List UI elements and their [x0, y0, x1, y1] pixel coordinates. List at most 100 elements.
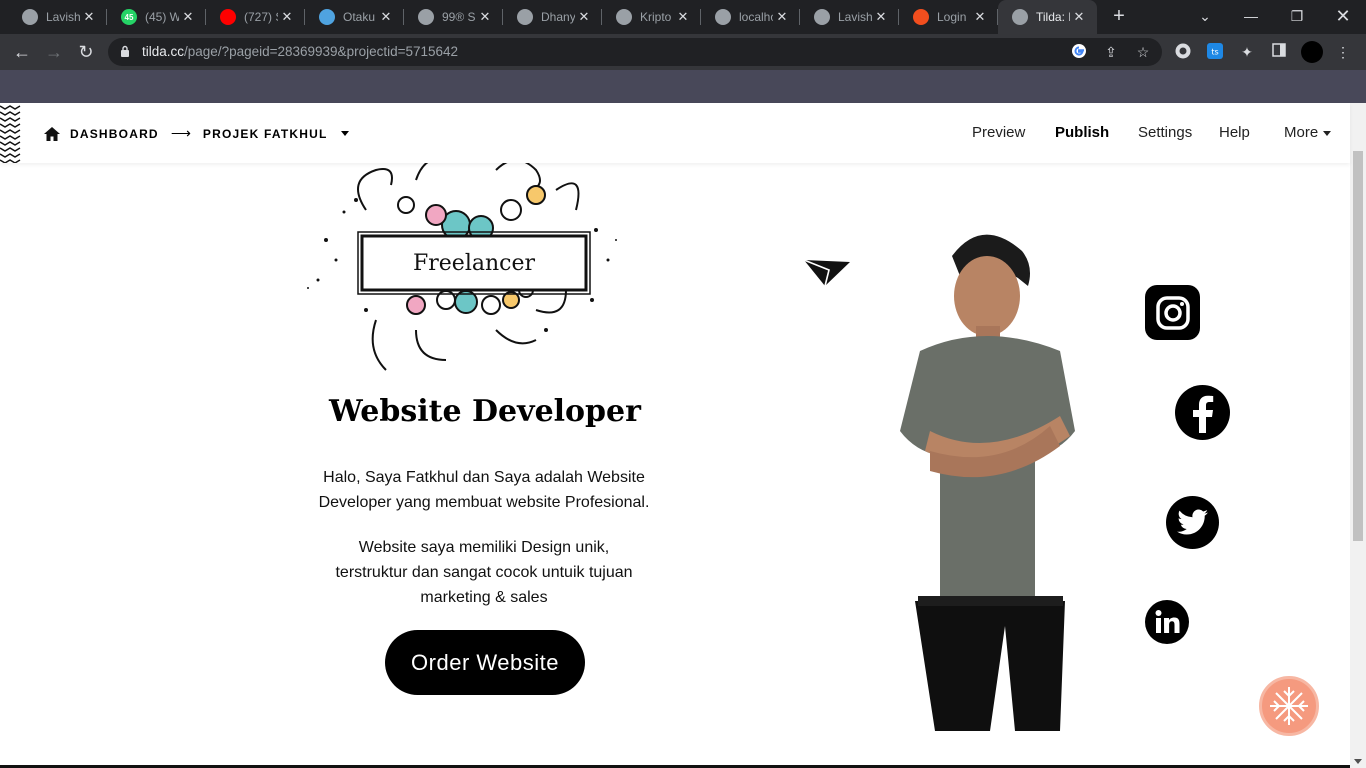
- otaku-icon: [319, 9, 335, 25]
- settings-link[interactable]: Settings: [1138, 124, 1192, 141]
- browser-tab[interactable]: Lavish ✕: [800, 0, 899, 34]
- google-icon[interactable]: [1070, 43, 1088, 61]
- url-text: tilda.cc/page/?pageid=28369939&projectid…: [142, 44, 458, 59]
- chrome-menu-icon[interactable]: ⋮: [1334, 43, 1352, 61]
- tab-close-icon[interactable]: ✕: [774, 9, 790, 25]
- figma-icon: [913, 9, 929, 25]
- tab-close-icon[interactable]: ✕: [378, 9, 394, 25]
- browser-toolbar: ← → ↻ tilda.cc/page/?pageid=28369939&pro…: [0, 34, 1366, 70]
- tab-title: Kripto: [640, 10, 672, 24]
- home-icon[interactable]: [44, 126, 60, 141]
- tab-title: Lavish: [46, 10, 80, 24]
- tilda-help-fab[interactable]: [1259, 676, 1319, 736]
- help-link[interactable]: Help: [1219, 124, 1250, 141]
- order-website-button[interactable]: Order Website: [385, 630, 585, 695]
- facebook-icon[interactable]: [1175, 385, 1230, 440]
- browser-tab[interactable]: 45 (45) W ✕: [107, 0, 206, 34]
- tab-close-icon[interactable]: ✕: [576, 9, 592, 25]
- tab-search-icon[interactable]: ⌄: [1182, 0, 1228, 34]
- tab-title: 99® S: [442, 10, 476, 24]
- github-icon[interactable]: [1174, 43, 1192, 61]
- browser-tab[interactable]: Tilda: I ✕: [998, 0, 1097, 34]
- globe-icon: [517, 9, 533, 25]
- paper-plane-icon: [803, 259, 850, 287]
- tab-title: Otaku: [343, 10, 376, 24]
- tab-title: Lavish: [838, 10, 872, 24]
- whatsapp-icon: 45: [121, 9, 137, 25]
- forward-icon[interactable]: →: [42, 40, 66, 64]
- extension-tg-icon[interactable]: ts: [1206, 43, 1224, 61]
- preview-link[interactable]: Preview: [972, 124, 1025, 141]
- window-close-icon[interactable]: ✕: [1320, 0, 1366, 34]
- tab-close-icon[interactable]: ✕: [81, 9, 97, 25]
- svg-text:ts: ts: [1211, 48, 1218, 57]
- restore-icon[interactable]: ❐: [1274, 0, 1320, 34]
- scroll-down-arrow-icon[interactable]: [1354, 759, 1362, 764]
- globe-icon: [814, 9, 830, 25]
- breadcrumb-arrow-icon: ⟶: [170, 125, 191, 141]
- minimize-icon[interactable]: —: [1228, 0, 1274, 34]
- extensions-puzzle-icon[interactable]: ✦: [1238, 43, 1256, 61]
- tab-close-icon[interactable]: ✕: [279, 9, 295, 25]
- side-panel-icon[interactable]: [1270, 43, 1288, 61]
- tilda-header: DASHBOARD ⟶ PROJEK FATKHUL Preview Publi…: [0, 103, 1350, 163]
- tab-title: Tilda: I: [1036, 10, 1070, 24]
- url-host: tilda.cc: [142, 44, 185, 59]
- lock-icon: [121, 45, 129, 57]
- globe-icon: [22, 9, 38, 25]
- new-tab-button[interactable]: +: [1108, 5, 1130, 27]
- share-icon[interactable]: ⇪: [1102, 43, 1120, 61]
- twitter-icon[interactable]: [1166, 496, 1219, 549]
- browser-tab[interactable]: Lavish ✕: [8, 0, 107, 34]
- more-menu[interactable]: More: [1284, 124, 1332, 141]
- url-path: /page/?pageid=28369939&projectid=5715642: [184, 44, 459, 59]
- bookmark-star-icon[interactable]: ☆: [1134, 43, 1152, 61]
- browser-tab[interactable]: 99® S ✕: [404, 0, 503, 34]
- snowflake-icon: [1270, 687, 1308, 725]
- browser-tab[interactable]: Dhany ✕: [503, 0, 602, 34]
- tilda-icon: [1012, 9, 1028, 25]
- tab-close-icon[interactable]: ✕: [972, 9, 988, 25]
- scrollbar-thumb[interactable]: [1353, 151, 1363, 541]
- tab-title: Dhany: [541, 10, 575, 24]
- globe-icon: [715, 9, 731, 25]
- globe-icon: [418, 9, 434, 25]
- instagram-icon[interactable]: [1145, 285, 1200, 340]
- tab-close-icon[interactable]: ✕: [180, 9, 196, 25]
- tab-close-icon[interactable]: ✕: [675, 9, 691, 25]
- tilda-top-strip: [0, 70, 1366, 103]
- browser-tab[interactable]: (727) S✕: [206, 0, 305, 34]
- intro-paragraph-1: Halo, Saya Fatkhul dan Saya adalah Websi…: [318, 469, 650, 511]
- freelancer-badge: Freelancer: [413, 250, 535, 276]
- youtube-icon: [220, 9, 236, 25]
- breadcrumb-project[interactable]: PROJEK FATKHUL: [203, 127, 328, 141]
- browser-tab[interactable]: localho✕: [701, 0, 800, 34]
- breadcrumb: DASHBOARD ⟶ PROJEK FATKHUL: [44, 125, 350, 142]
- browser-tabstrip: Lavish✕45(45) W✕(727) S✕Otaku✕99® S✕Dhan…: [0, 0, 1366, 34]
- intro-paragraph-2: Website saya memiliki Design unik, terst…: [335, 539, 633, 606]
- browser-tab[interactable]: Otaku ✕: [305, 0, 404, 34]
- tab-close-icon[interactable]: ✕: [1071, 9, 1087, 25]
- more-label: More: [1284, 124, 1319, 141]
- tab-close-icon[interactable]: ✕: [477, 9, 493, 25]
- page-scrollbar[interactable]: [1350, 103, 1366, 768]
- tab-title: Login: [937, 10, 967, 24]
- back-icon[interactable]: ←: [10, 40, 34, 64]
- reload-icon[interactable]: ↻: [74, 40, 98, 64]
- tab-title: localho: [739, 10, 773, 24]
- project-dropdown-caret-icon[interactable]: [341, 131, 350, 136]
- more-caret-icon: [1323, 130, 1332, 136]
- address-bar[interactable]: tilda.cc/page/?pageid=28369939&projectid…: [108, 38, 1162, 66]
- breadcrumb-dashboard[interactable]: DASHBOARD: [70, 127, 159, 141]
- publish-link[interactable]: Publish: [1055, 124, 1109, 141]
- tab-title: (45) W: [145, 10, 179, 24]
- browser-tab[interactable]: Login ✕: [899, 0, 998, 34]
- tab-close-icon[interactable]: ✕: [873, 9, 889, 25]
- profile-avatar[interactable]: [1301, 41, 1323, 63]
- profile-photo: [900, 234, 1075, 731]
- browser-tab[interactable]: Kripto ✕: [602, 0, 701, 34]
- globe-icon: [616, 9, 632, 25]
- tab-title: (727) S: [244, 10, 278, 24]
- zigzag-decoration: [0, 105, 21, 163]
- linkedin-icon[interactable]: [1145, 600, 1189, 644]
